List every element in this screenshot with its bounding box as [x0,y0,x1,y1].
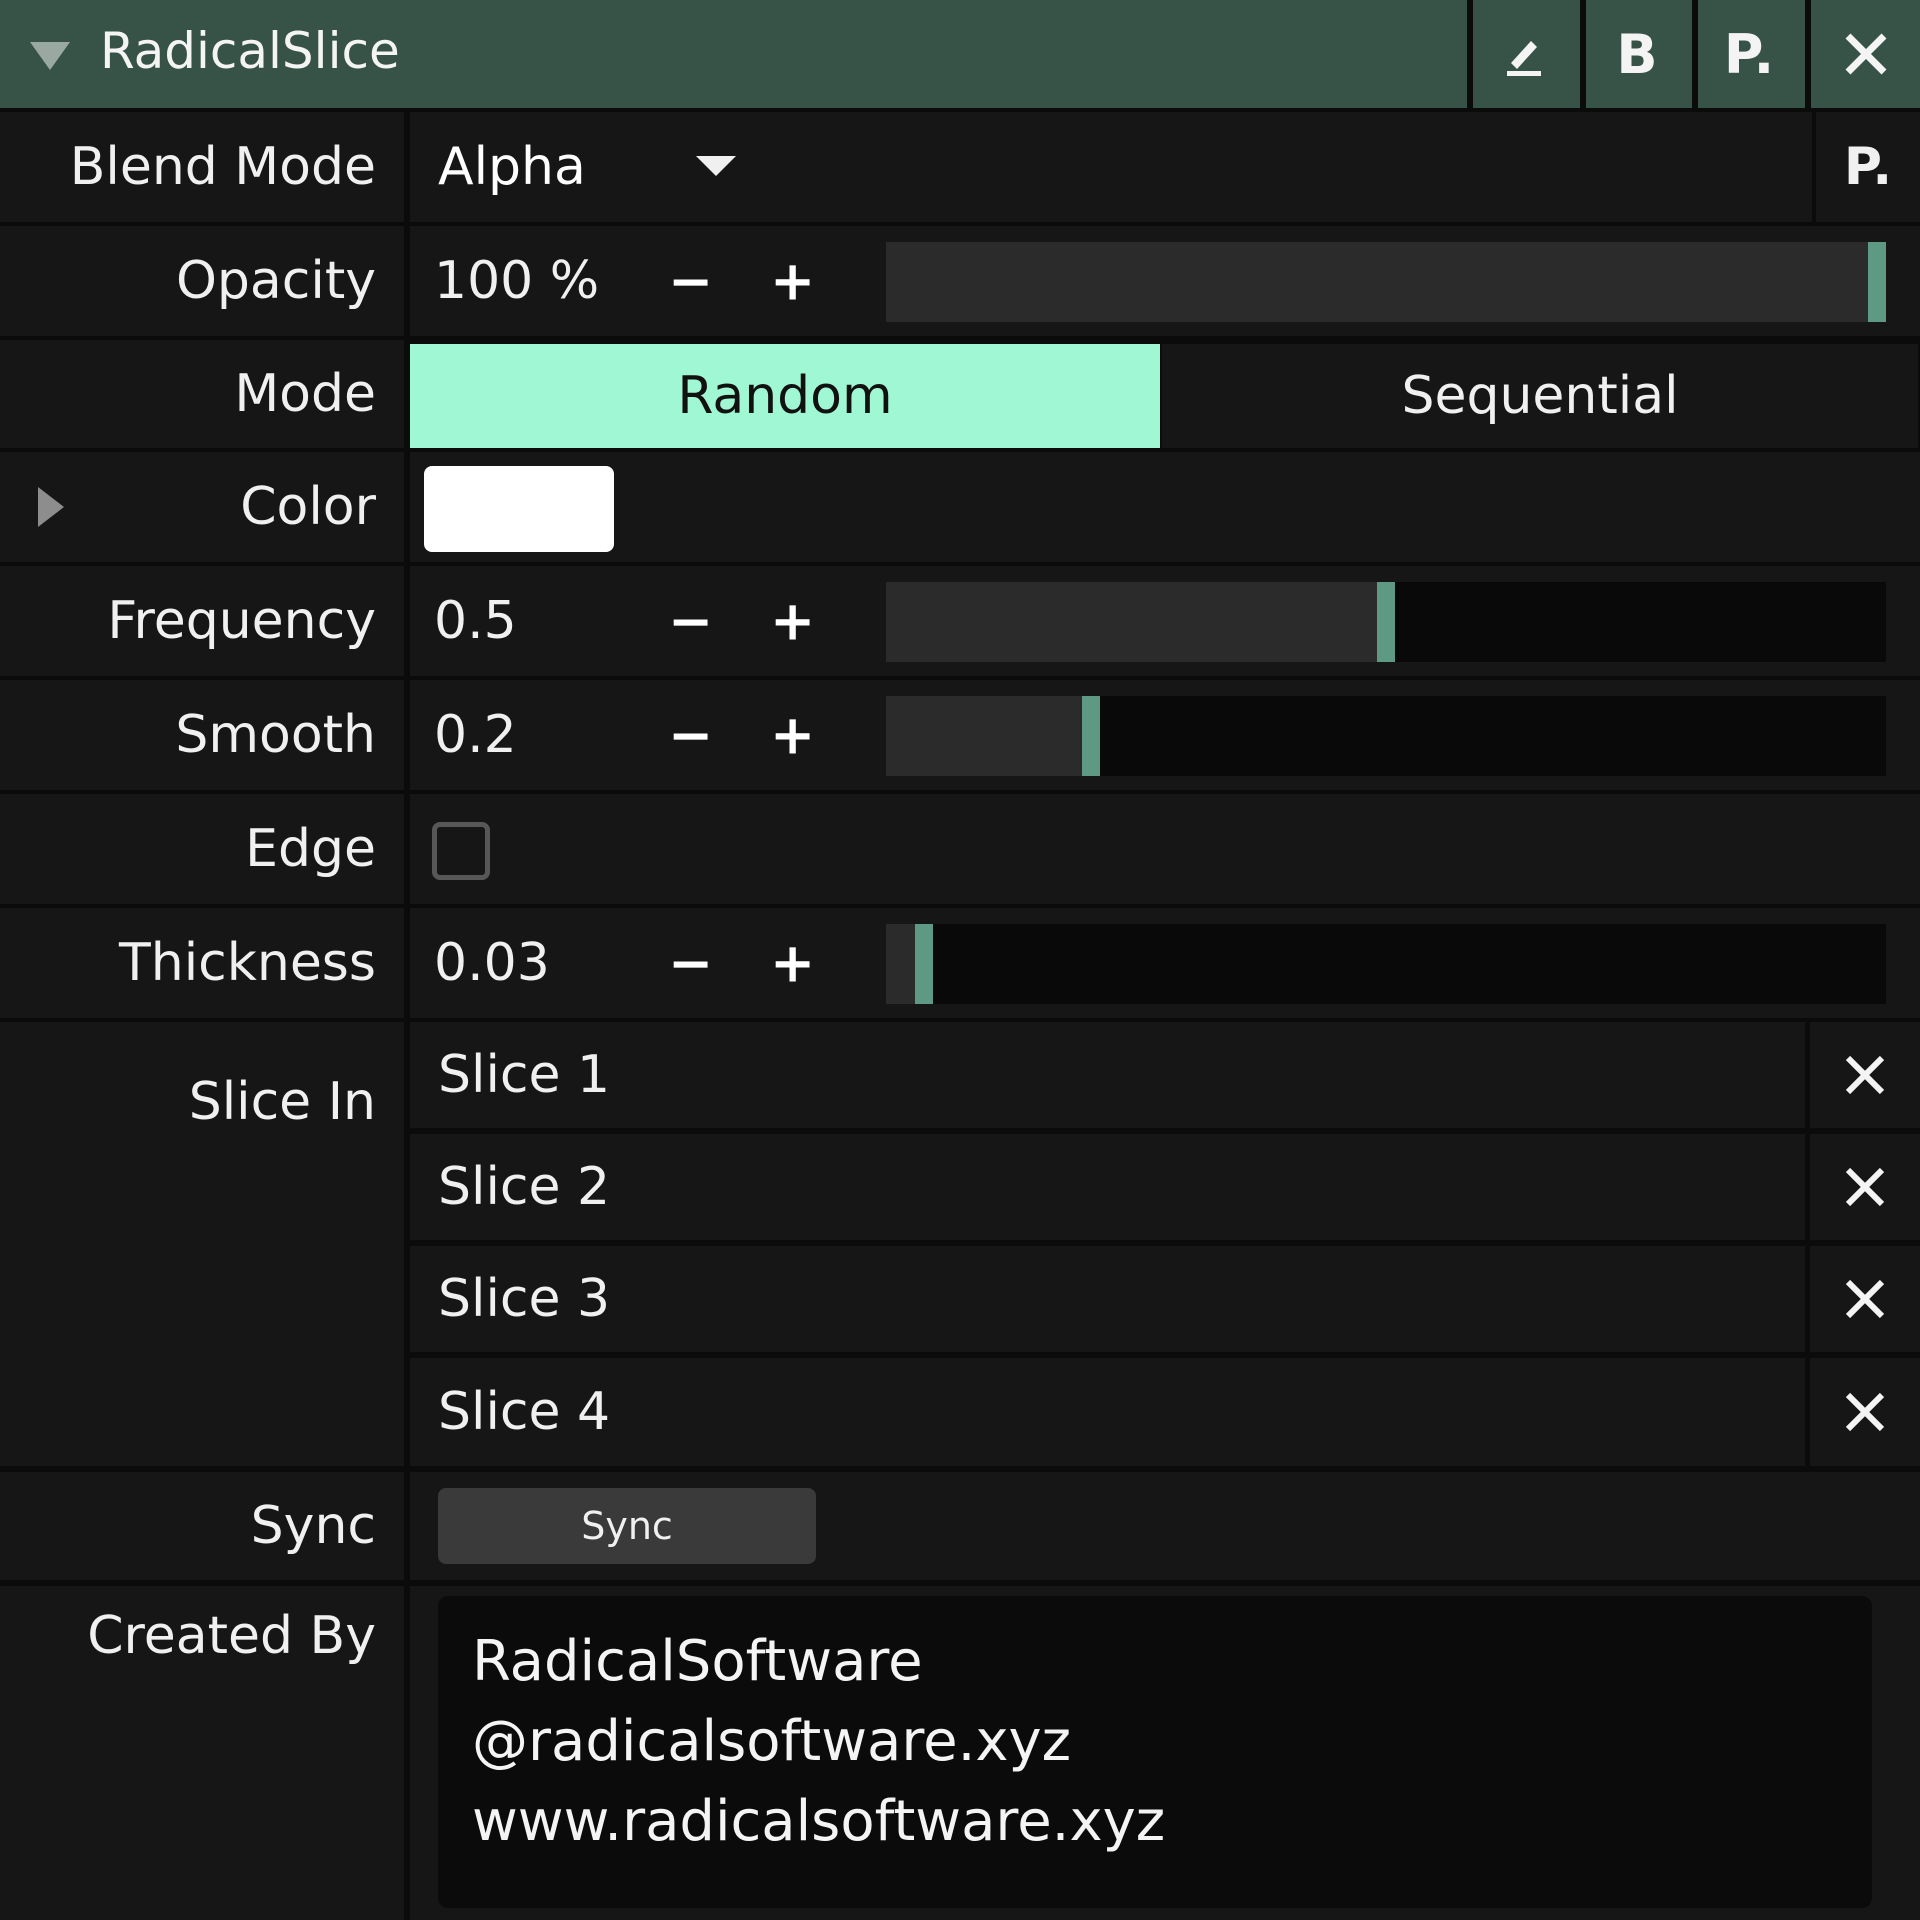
smooth-slider-handle[interactable] [1082,696,1100,776]
opacity-control: 100 % − + [410,226,1920,336]
created-by-control: RadicalSoftware @radicalsoftware.xyz www… [410,1586,1920,1920]
slice-in-item[interactable]: Slice 3 [410,1246,1805,1352]
frequency-value[interactable]: 0.5 [434,591,517,651]
credits-line: www.radicalsoftware.xyz [472,1789,1166,1854]
credits-text-box: RadicalSoftware @radicalsoftware.xyz www… [438,1596,1872,1908]
thickness-slider-fill [886,924,915,1004]
close-button[interactable] [1805,0,1920,108]
slice-in-label: Slice In [0,1022,404,1466]
opacity-slider-handle[interactable] [1868,242,1886,322]
frequency-slider-handle[interactable] [1377,582,1395,662]
edge-checkbox[interactable] [432,822,490,880]
thickness-control: 0.03 − + [410,908,1920,1018]
thickness-decrement-button[interactable]: − [668,932,713,995]
sync-button[interactable]: Sync [438,1488,816,1564]
color-label: Color [240,477,376,537]
frequency-slider-fill [886,582,1377,662]
edit-button[interactable] [1467,0,1575,108]
close-icon [1845,1055,1885,1095]
smooth-control: 0.2 − + [410,680,1920,790]
slice-in-item[interactable]: Slice 1 [410,1022,1805,1128]
thickness-label: Thickness [0,908,404,1018]
opacity-value[interactable]: 100 % [434,251,599,311]
collapse-triangle-icon[interactable] [30,42,70,70]
effect-panel: RadicalSlice B P. Blend Mode Alpha P. Op… [0,0,1920,1920]
sync-control: Sync [410,1472,1920,1580]
created-by-label: Created By [0,1586,404,1920]
thickness-slider-handle[interactable] [915,924,933,1004]
opacity-decrement-button[interactable]: − [668,250,713,313]
remove-slice-1-button[interactable] [1810,1022,1920,1128]
color-swatch[interactable] [424,466,614,552]
smooth-label: Smooth [0,680,404,790]
edge-label: Edge [0,794,404,904]
close-icon [1845,33,1886,75]
smooth-slider[interactable] [886,696,1886,776]
blend-mode-dropdown[interactable]: Alpha P. [410,112,1920,222]
preset-button[interactable]: P. [1692,0,1800,108]
remove-slice-4-button[interactable] [1810,1358,1920,1466]
close-icon [1845,1279,1885,1319]
color-control [410,452,1920,562]
panel-title: RadicalSlice [100,22,400,80]
mode-random-button[interactable]: Random [410,344,1160,448]
thickness-value[interactable]: 0.03 [434,933,550,993]
remove-slice-2-button[interactable] [1810,1134,1920,1240]
smooth-decrement-button[interactable]: − [668,704,713,767]
close-icon [1845,1392,1885,1432]
chevron-down-icon [696,156,736,176]
remove-slice-3-button[interactable] [1810,1246,1920,1352]
slice-in-item[interactable]: Slice 4 [410,1358,1805,1466]
credits-line: RadicalSoftware [472,1629,923,1694]
close-icon [1845,1167,1885,1207]
frequency-control: 0.5 − + [410,566,1920,676]
sync-label: Sync [0,1472,404,1580]
mode-segmented-control: Random Sequential [410,340,1920,448]
expand-triangle-icon[interactable] [38,487,64,527]
slice-in-item[interactable]: Slice 2 [410,1134,1805,1240]
mode-sequential-button[interactable]: Sequential [1162,344,1918,448]
panel-header: RadicalSlice B P. [0,0,1920,108]
color-label-cell: Color [0,452,404,562]
opacity-label: Opacity [0,226,404,336]
edge-control [410,794,1920,904]
blend-preset-button[interactable]: P. [1812,112,1920,222]
opacity-increment-button[interactable]: + [770,250,815,313]
thickness-slider[interactable] [886,924,1886,1004]
credits-line: @radicalsoftware.xyz [472,1709,1072,1774]
mode-label: Mode [0,340,404,448]
smooth-increment-button[interactable]: + [770,704,815,767]
smooth-value[interactable]: 0.2 [434,705,517,765]
frequency-increment-button[interactable]: + [770,590,815,653]
blend-mode-value: Alpha [438,137,586,197]
opacity-slider-fill [886,242,1868,322]
thickness-increment-button[interactable]: + [770,932,815,995]
frequency-label: Frequency [0,566,404,676]
smooth-slider-fill [886,696,1082,776]
frequency-slider[interactable] [886,582,1886,662]
bypass-button[interactable]: B [1580,0,1688,108]
pencil-icon [1507,41,1541,76]
opacity-slider[interactable] [886,242,1886,322]
frequency-decrement-button[interactable]: − [668,590,713,653]
blend-mode-label: Blend Mode [0,112,404,222]
